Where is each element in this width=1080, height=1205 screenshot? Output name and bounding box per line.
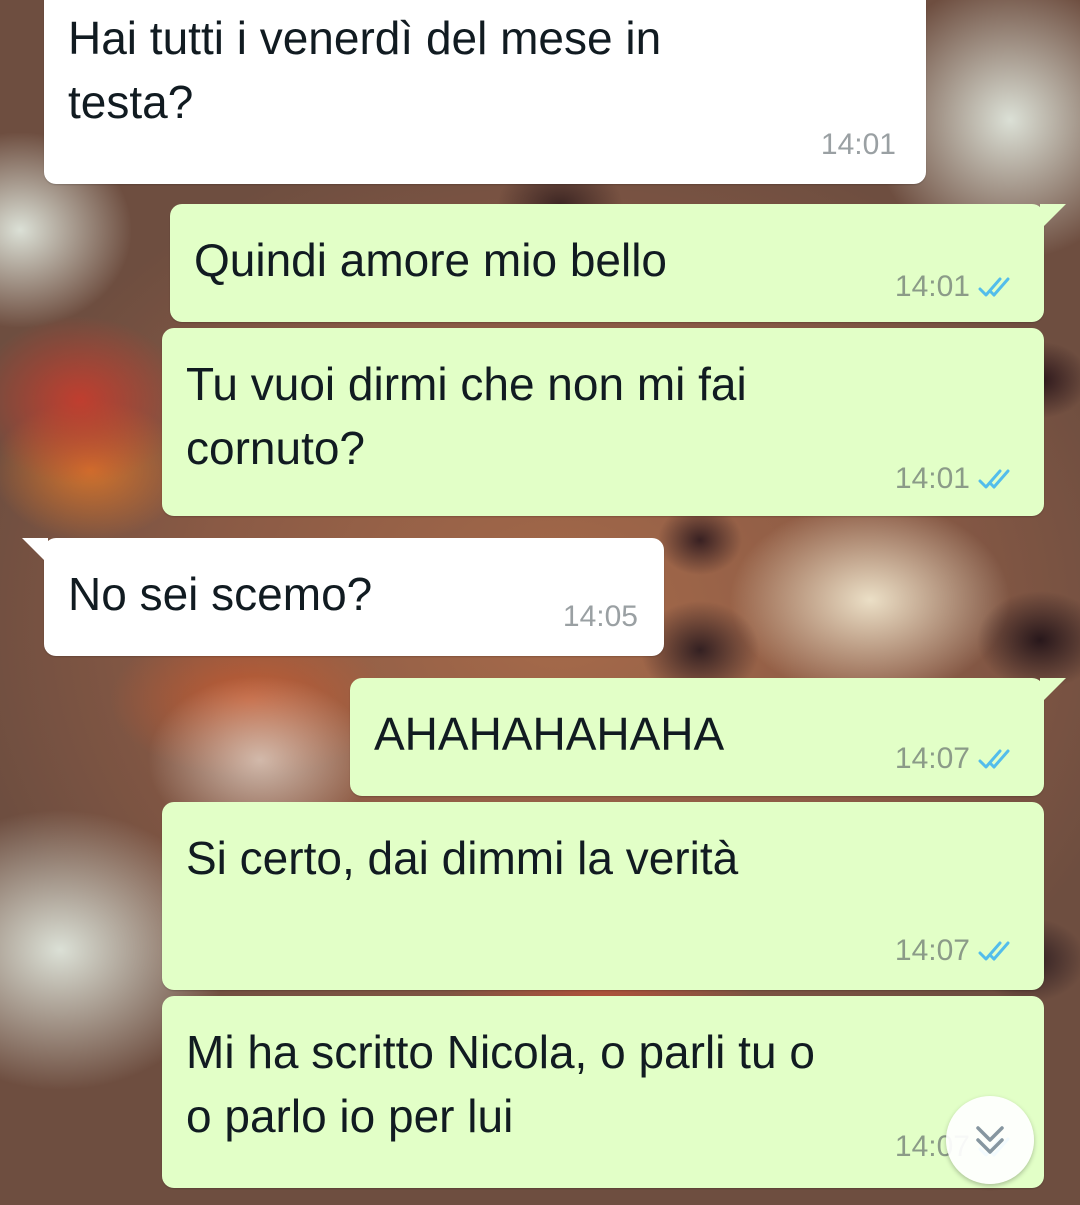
message-bubble-outgoing[interactable]: Mi ha scritto Nicola, o parli tu o o par… xyxy=(162,996,1044,1188)
message-text: Hai tutti i venerdì del mese in testa? xyxy=(68,12,662,128)
message-bubble-incoming[interactable]: No sei scemo? 14:05 xyxy=(22,538,664,656)
message-text: No sei scemo? xyxy=(68,568,373,620)
message-meta: 14:07 xyxy=(895,742,1018,776)
bubble-tail xyxy=(1040,204,1066,230)
message-bubble-outgoing[interactable]: Quindi amore mio bello 14:01 xyxy=(170,204,1066,322)
message-text: AHAHAHAHAHA xyxy=(374,708,725,760)
message-time: 14:07 xyxy=(894,742,970,775)
message-bubble-incoming[interactable]: Hai tutti i venerdì del mese in testa? 1… xyxy=(44,0,926,184)
message-meta: 14:05 xyxy=(563,600,638,634)
scroll-to-bottom-button[interactable] xyxy=(946,1096,1034,1184)
message-meta: 14:01 xyxy=(821,128,896,162)
bubble-tail xyxy=(1040,678,1066,704)
message-time: 14:01 xyxy=(894,270,970,303)
bubble-tail xyxy=(22,538,48,564)
double-check-icon xyxy=(978,277,1010,297)
message-time: 14:01 xyxy=(820,128,896,161)
message-bubble-outgoing[interactable]: Tu vuoi dirmi che non mi fai cornuto? 14… xyxy=(162,328,1044,516)
message-time: 14:05 xyxy=(562,600,638,633)
message-time: 14:01 xyxy=(894,462,970,495)
message-time: 14:07 xyxy=(894,934,970,967)
message-bubble-outgoing[interactable]: Si certo, dai dimmi la verità 14:07 xyxy=(162,802,1044,990)
message-text: Quindi amore mio bello xyxy=(194,234,668,286)
message-meta: 14:01 xyxy=(895,270,1018,304)
double-chevron-down-icon xyxy=(976,1126,1004,1154)
message-meta: 14:07 xyxy=(895,934,1018,968)
message-text: Si certo, dai dimmi la verità xyxy=(186,832,739,884)
message-meta: 14:01 xyxy=(895,462,1018,496)
message-list[interactable]: Hai tutti i venerdì del mese in testa? 1… xyxy=(0,0,1080,1205)
double-check-icon xyxy=(978,469,1010,489)
message-text: Tu vuoi dirmi che non mi fai cornuto? xyxy=(186,358,747,474)
message-text: Mi ha scritto Nicola, o parli tu o o par… xyxy=(186,1026,815,1142)
message-bubble-outgoing[interactable]: AHAHAHAHAHA 14:07 xyxy=(350,678,1066,796)
double-check-icon xyxy=(978,749,1010,769)
double-check-icon xyxy=(978,941,1010,961)
